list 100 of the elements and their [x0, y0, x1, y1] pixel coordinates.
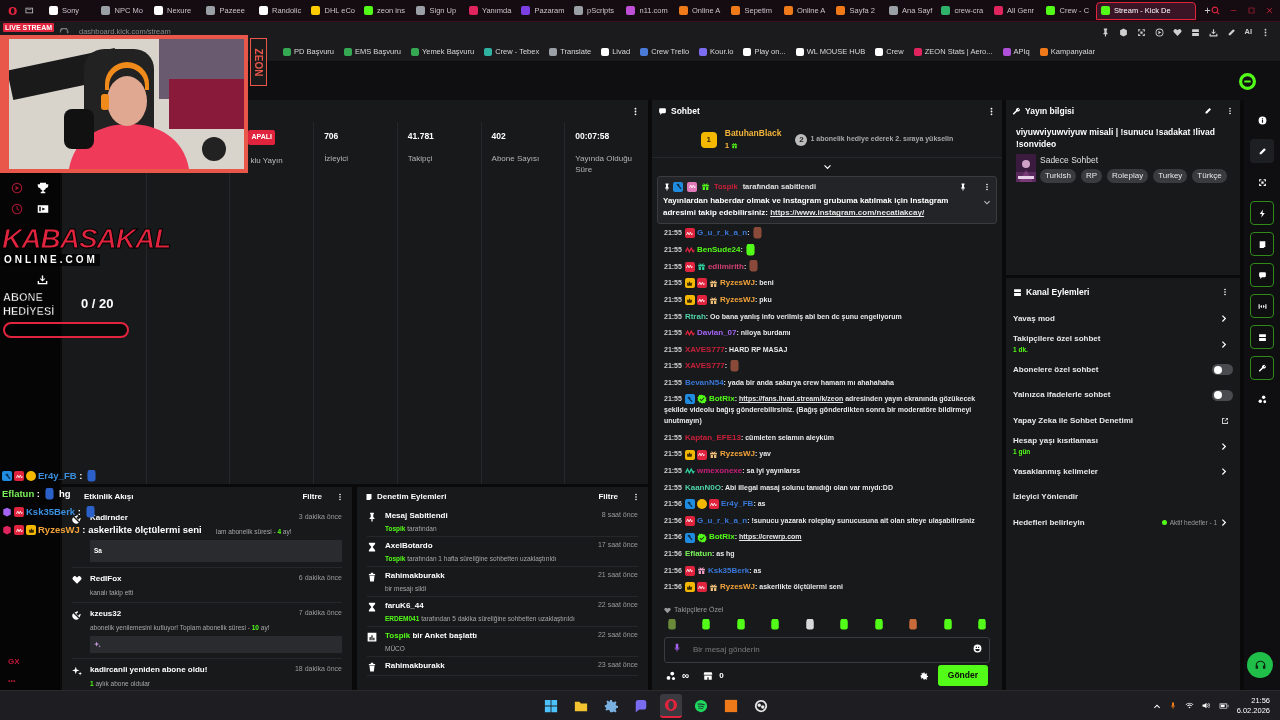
brand-logo: KABASAKAL: [2, 224, 171, 254]
tag[interactable]: Turkish: [1040, 168, 1076, 183]
tag[interactable]: Roleplay: [1107, 168, 1149, 183]
chat-icon: [1257, 270, 1267, 280]
stat-label: Abone Sayısı: [491, 152, 541, 164]
more-icon[interactable]: [336, 493, 344, 501]
toggle-switch[interactable]: [1212, 364, 1233, 376]
store-icon[interactable]: [703, 670, 714, 681]
event-title: kadircanli yeniden abone oldu!: [90, 663, 208, 676]
filter-button[interactable]: Filtre: [598, 491, 618, 503]
play-icon[interactable]: [1154, 27, 1164, 37]
more-icon[interactable]: [1226, 107, 1234, 115]
emoji-icon[interactable]: [973, 643, 982, 653]
stat-label: Yayında Olduğu Süre: [575, 152, 634, 175]
tab-strip-icon[interactable]: [25, 5, 34, 16]
clock-icon[interactable]: [11, 203, 23, 215]
trash-icon: [367, 662, 377, 672]
rail-button[interactable]: [1250, 356, 1274, 380]
browser-icon: [664, 697, 678, 712]
wifi-icon[interactable]: [1184, 701, 1194, 710]
rail-button[interactable]: [1250, 139, 1274, 163]
cube-icon[interactable]: [1118, 27, 1128, 37]
support-button[interactable]: [1247, 652, 1273, 678]
tag[interactable]: Türkçe: [1192, 168, 1227, 183]
rank-badge: 1: [700, 131, 717, 148]
action-row[interactable]: Yapay Zeka ile Sohbet Denetimi: [1013, 408, 1233, 434]
emote-icon[interactable]: [975, 619, 988, 632]
pin-icon[interactable]: [1100, 27, 1110, 37]
event-title: faruK6_44: [385, 600, 424, 612]
emote-icon[interactable]: [734, 619, 747, 632]
unpin-icon[interactable]: [959, 182, 967, 191]
points-icon[interactable]: [666, 670, 676, 681]
hourglass-icon: [367, 542, 377, 552]
filter-button[interactable]: Filtre: [302, 491, 322, 503]
download-icon[interactable]: [1208, 27, 1218, 37]
new-tab-icon[interactable]: [1203, 6, 1211, 15]
recorder-icon: [754, 698, 768, 713]
action-row[interactable]: İzleyici Yönlendir: [1013, 484, 1233, 510]
action-row[interactable]: Abonelere özel sohbet: [1013, 357, 1233, 383]
more-icon[interactable]: [632, 493, 640, 501]
pinned-text: Yayınlardan haberdar olmak ve Instagram grubuma katılmak için Instagram adresimi takip edebilirsiniz: https://www.instagram.com/necatiakcay/: [663, 195, 950, 220]
search-icon[interactable]: [1211, 6, 1220, 15]
emote-icon[interactable]: [803, 619, 816, 632]
more-icon[interactable]: [983, 182, 991, 191]
volume-icon[interactable]: [1201, 701, 1211, 710]
trophy-icon[interactable]: [37, 182, 49, 194]
screenshot-icon[interactable]: [1136, 27, 1146, 37]
tag[interactable]: RP: [1080, 168, 1103, 183]
collapse-icon[interactable]: [822, 162, 832, 172]
edit-icon[interactable]: [1204, 107, 1212, 115]
split-icon: [1257, 301, 1267, 311]
overlay-chat-message: Eflatun : hg: [2, 486, 71, 501]
event-title: Rahimakburakk: [385, 570, 445, 582]
browser-logo-icon[interactable]: [8, 4, 18, 17]
rail-button[interactable]: [1250, 232, 1274, 256]
settings-icon[interactable]: [919, 671, 928, 680]
rail-button[interactable]: [1250, 263, 1274, 287]
action-row[interactable]: Yalnızca ifadelerle sohbet: [1013, 382, 1233, 408]
toggle-switch[interactable]: [1212, 389, 1233, 401]
pin-icon: [663, 182, 671, 191]
goal-label: ABONE HEDİYESİ: [3, 290, 56, 318]
emote-icon[interactable]: [941, 619, 954, 632]
category-name[interactable]: Sadece Sohbet: [1040, 154, 1227, 167]
app-icon: [724, 698, 738, 713]
brand-subtitle: ONLINE.COM: [2, 254, 100, 266]
tag[interactable]: Turkey: [1153, 168, 1188, 183]
event-title: Rahimakburakk: [385, 660, 445, 672]
action-row[interactable]: Yavaş mod: [1013, 306, 1233, 332]
status-icon[interactable]: [1239, 72, 1256, 90]
microphone-icon[interactable]: [1168, 701, 1177, 710]
gift-icon: [731, 142, 739, 150]
confetti-icon: [94, 640, 101, 648]
emote-icon[interactable]: [838, 619, 851, 632]
heart-icon: [664, 606, 671, 614]
panel-icon: [1257, 332, 1267, 342]
chevron-right-icon: [1220, 314, 1229, 324]
stream-title: viyuwviyuwviyuw misali | !sunucu !sadakat !livad !sonvideo: [1015, 126, 1216, 150]
close-icon[interactable]: [1265, 6, 1274, 15]
side-tag: ZEON: [250, 38, 267, 86]
rail-button[interactable]: [1250, 294, 1274, 318]
rail-button[interactable]: [1250, 325, 1274, 349]
more-icon[interactable]: [1221, 288, 1229, 296]
emote-icon[interactable]: [872, 619, 885, 632]
leader-name[interactable]: BatuhanBlack: [724, 127, 782, 140]
link[interactable]: https://www.instagram.com/necatiakcay/: [770, 208, 925, 218]
satellite-icon: [72, 609, 82, 620]
gift-count: 1: [724, 139, 730, 152]
event-title: Mesaj Sabitlendi: [385, 510, 448, 522]
chevron-right-icon: [1220, 441, 1229, 451]
panel-title: Yayın bilgisi: [1025, 104, 1075, 118]
action-row[interactable]: Yasaklanmış kelimeler: [1013, 459, 1233, 485]
pencil-icon: [1257, 146, 1267, 156]
message-input[interactable]: Bir mesaj gönderin: [664, 636, 990, 663]
pencil-icon[interactable]: [1226, 27, 1236, 37]
send-button[interactable]: Gönder: [937, 665, 988, 686]
emote-icon[interactable]: [769, 619, 782, 632]
bolt-icon: [1257, 208, 1267, 218]
video-icon[interactable]: [37, 203, 49, 215]
heart-icon[interactable]: [1172, 27, 1182, 37]
emote-icon[interactable]: [700, 619, 713, 632]
